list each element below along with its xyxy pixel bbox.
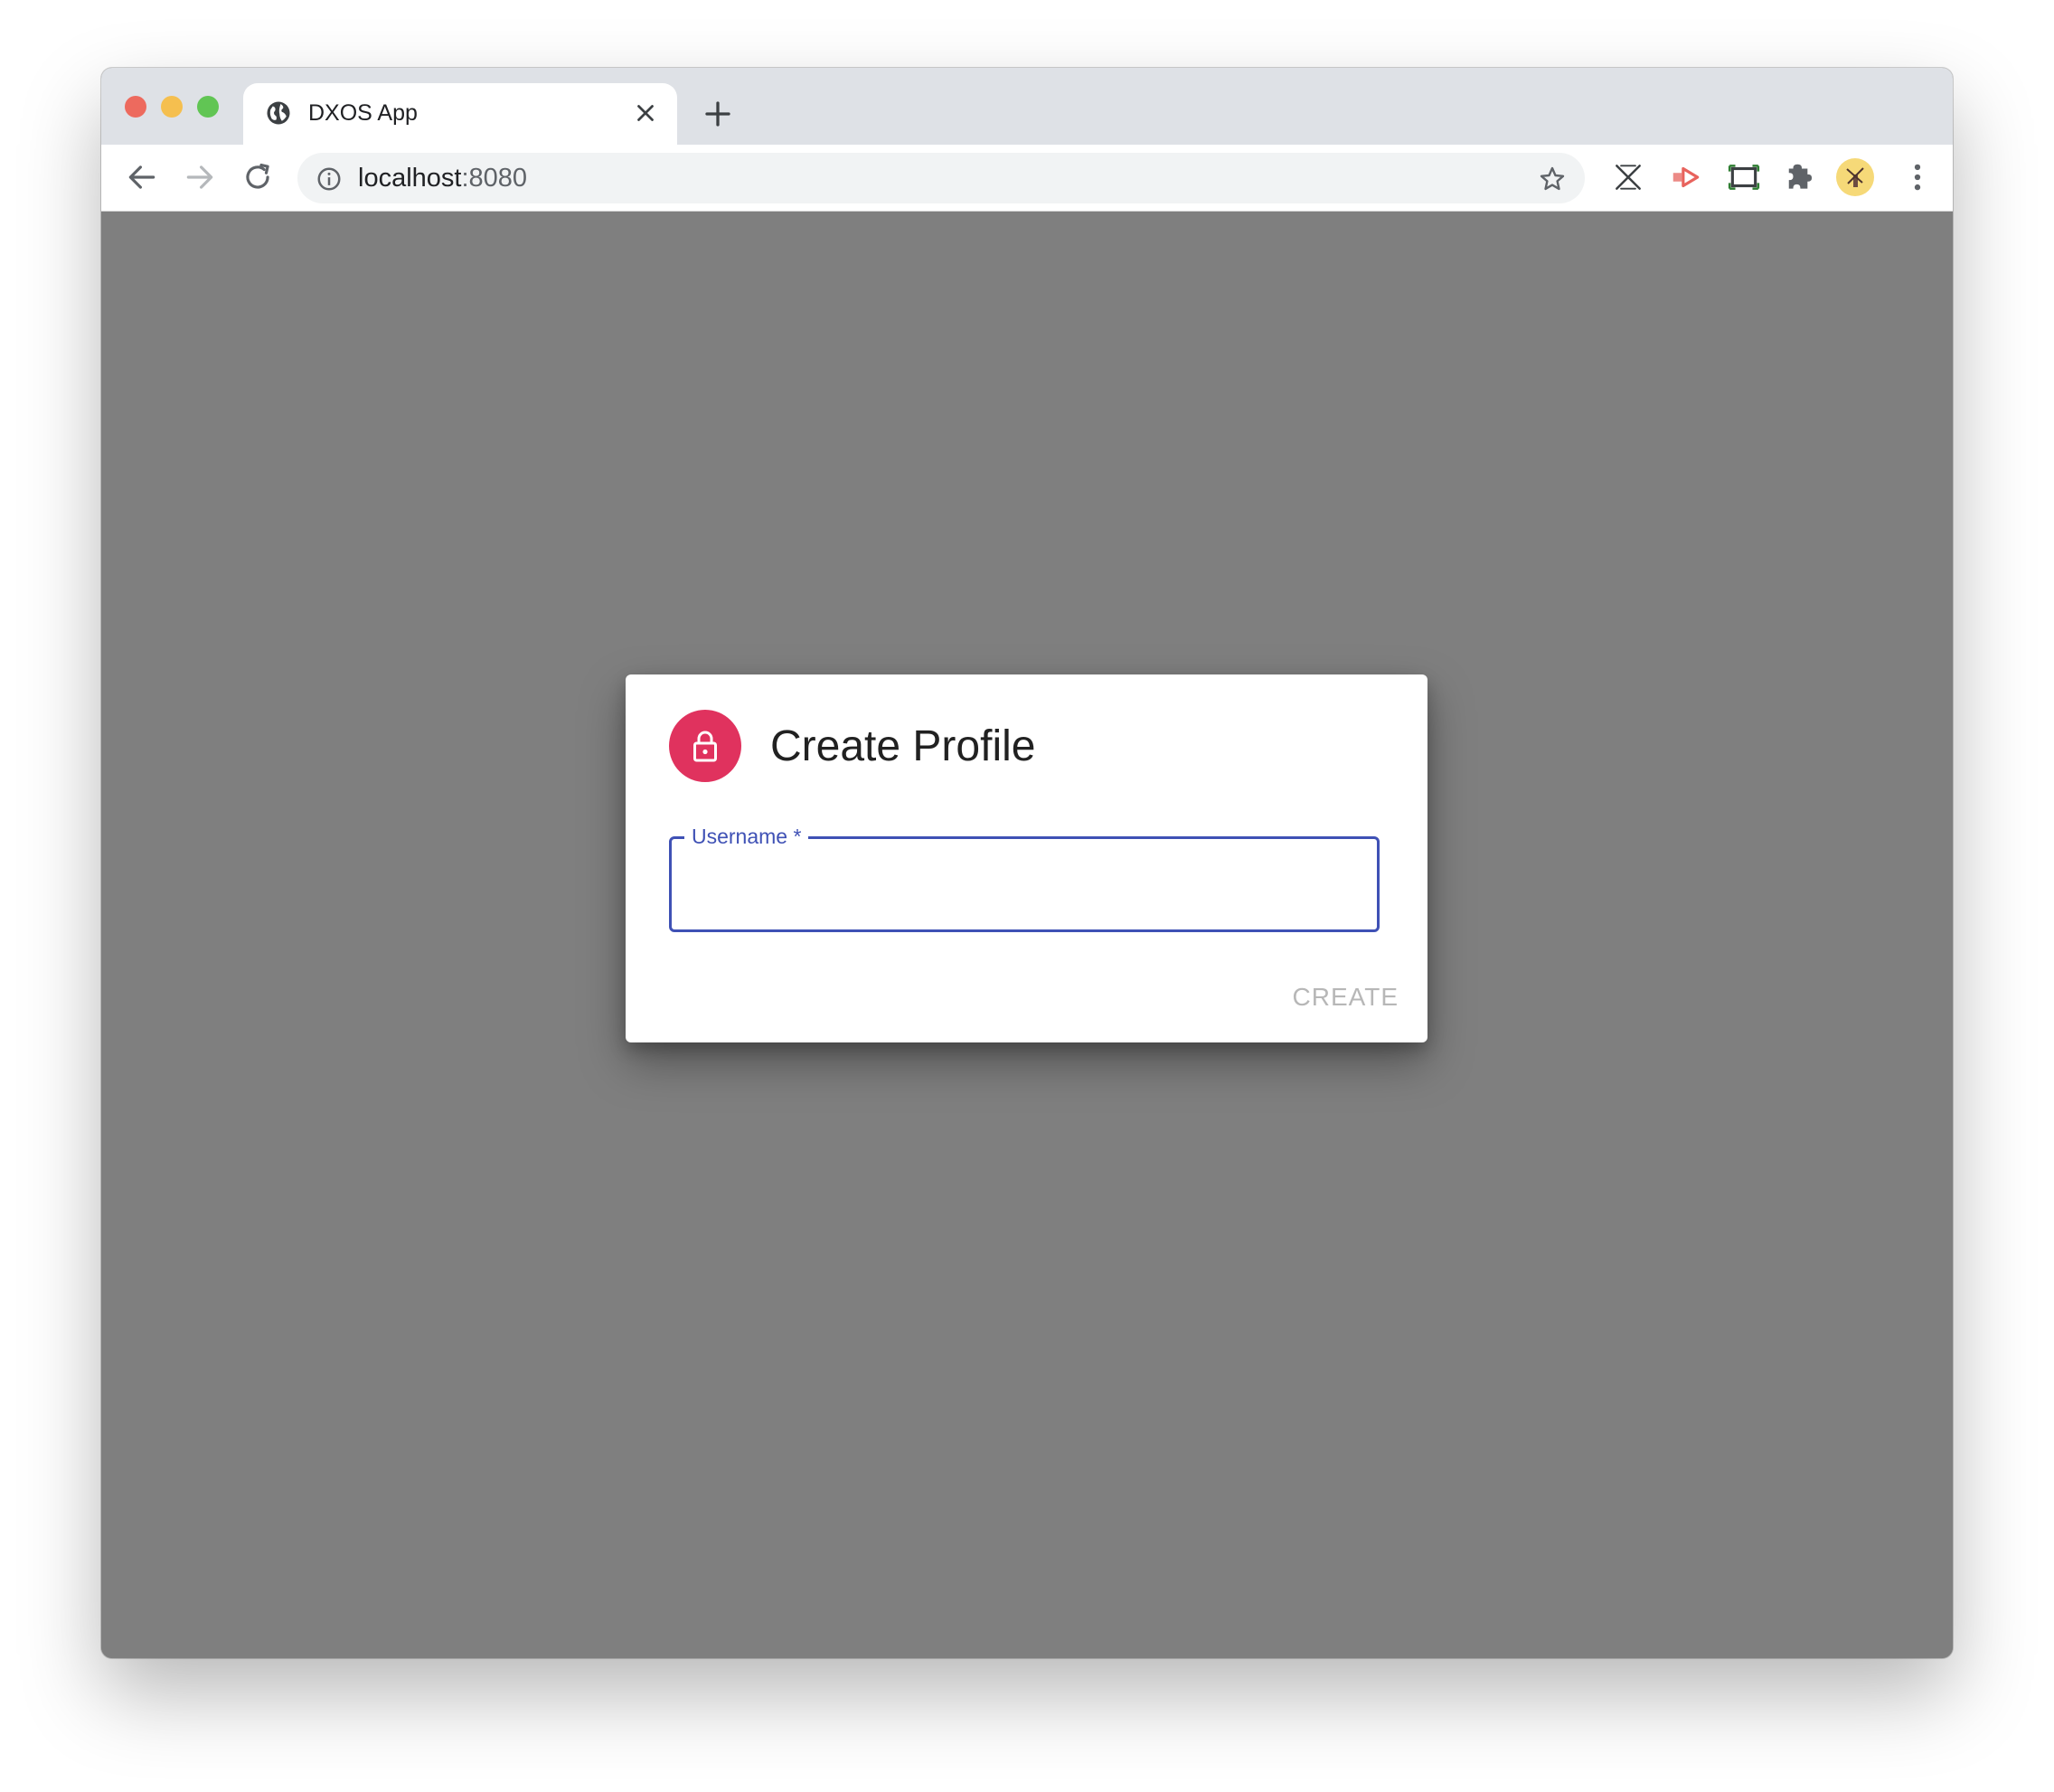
profile-avatar[interactable] bbox=[1836, 158, 1874, 196]
lock-avatar bbox=[669, 710, 741, 782]
create-profile-dialog: Create Profile Username * CREATE bbox=[626, 674, 1427, 1042]
tab-dxos-app[interactable]: DXOS App bbox=[243, 83, 677, 145]
reload-icon[interactable] bbox=[240, 160, 275, 194]
browser-window: DXOS App localhost:8080 Create Profile U… bbox=[101, 68, 1953, 1658]
extension-arrow-icon[interactable] bbox=[1669, 160, 1703, 194]
address-bar[interactable]: localhost:8080 bbox=[297, 153, 1585, 203]
globe-icon bbox=[267, 101, 290, 125]
new-tab-icon[interactable] bbox=[702, 98, 734, 130]
more-vert-icon[interactable] bbox=[1900, 160, 1935, 194]
url-host: localhost bbox=[358, 164, 462, 193]
tab-title: DXOS App bbox=[308, 100, 418, 126]
back-arrow-icon[interactable] bbox=[125, 160, 159, 194]
create-button[interactable]: CREATE bbox=[1293, 982, 1399, 1013]
window-maximize-button[interactable] bbox=[197, 96, 219, 118]
username-field[interactable]: Username * bbox=[669, 824, 1380, 932]
screenshot-icon[interactable] bbox=[1727, 160, 1761, 194]
window-close-button[interactable] bbox=[125, 96, 146, 118]
windmill-icon bbox=[1846, 167, 1864, 187]
forward-arrow-icon[interactable] bbox=[183, 160, 217, 194]
window-minimize-button[interactable] bbox=[161, 96, 183, 118]
info-icon[interactable] bbox=[316, 165, 343, 193]
username-label: Username * bbox=[684, 824, 809, 849]
bookmark-star-icon[interactable] bbox=[1538, 165, 1567, 193]
close-tab-icon[interactable] bbox=[632, 99, 659, 127]
username-input[interactable] bbox=[690, 864, 1362, 906]
puzzle-icon[interactable] bbox=[1785, 160, 1819, 194]
tab-strip: DXOS App bbox=[101, 68, 1953, 145]
url-port: :8080 bbox=[461, 164, 528, 193]
url-text[interactable]: localhost:8080 bbox=[358, 162, 527, 194]
extension-x-icon[interactable] bbox=[1611, 160, 1645, 194]
dialog-title: Create Profile bbox=[770, 722, 1036, 770]
lock-icon bbox=[693, 731, 717, 762]
browser-toolbar: localhost:8080 bbox=[101, 145, 1953, 212]
